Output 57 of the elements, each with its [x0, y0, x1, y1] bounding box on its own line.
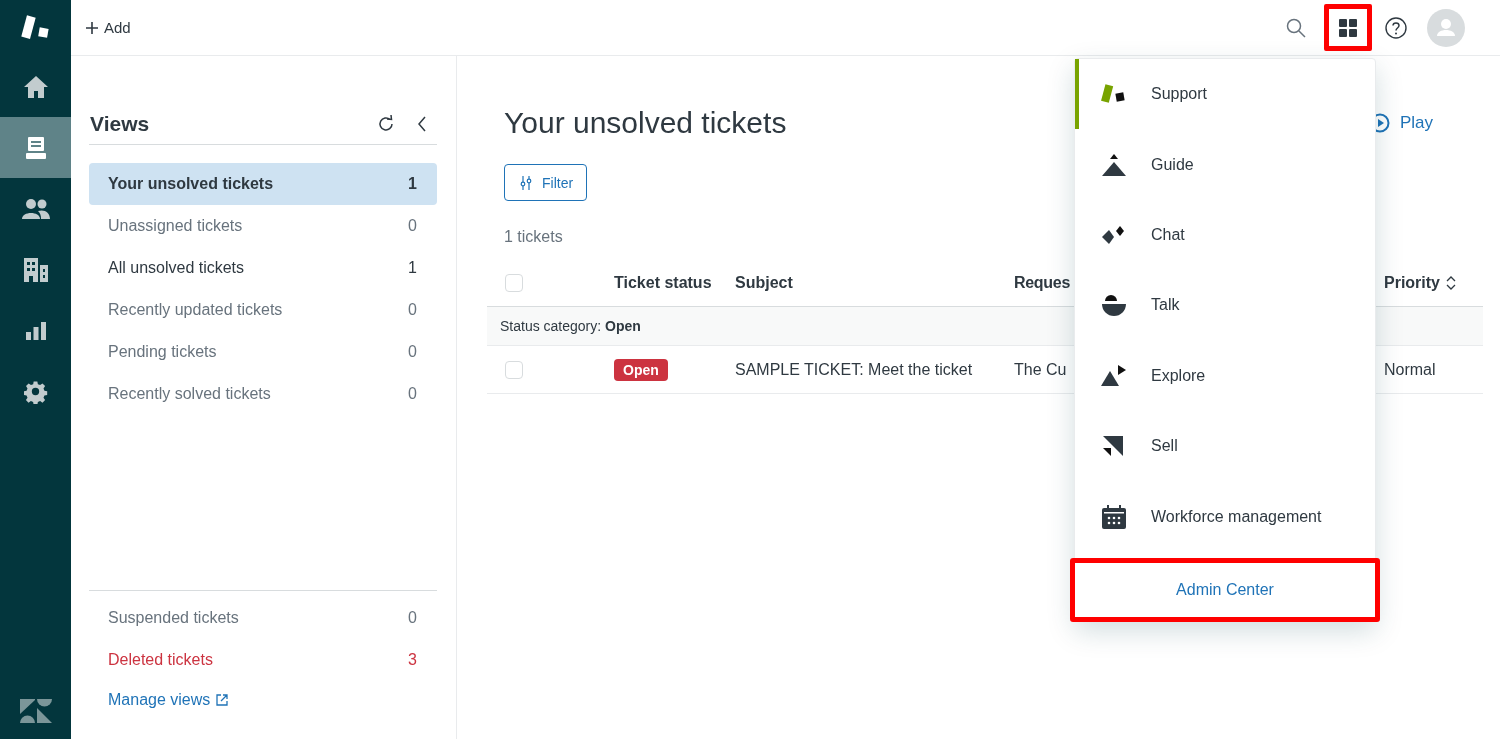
view-item[interactable]: Unassigned tickets 0	[89, 205, 437, 247]
manage-views-link[interactable]: Manage views	[89, 681, 248, 719]
calendar-icon	[1102, 504, 1126, 529]
external-link-icon	[216, 694, 229, 706]
talk-icon	[1101, 294, 1127, 317]
avatar-icon	[1427, 8, 1465, 47]
search-icon	[1286, 17, 1306, 38]
nav-tickets-button[interactable]	[0, 117, 71, 178]
column-header[interactable]: Ticket status	[614, 274, 712, 292]
home-icon	[22, 74, 49, 99]
explore-icon	[1101, 364, 1127, 387]
admin-center-button[interactable]: Admin Center	[1070, 557, 1380, 622]
guide-icon	[1102, 153, 1126, 176]
settings-icon	[23, 379, 48, 404]
view-item[interactable]: Suspended tickets 0	[89, 597, 437, 639]
column-header[interactable]: Subject	[735, 274, 793, 292]
product-menu-item[interactable]: Support	[1075, 59, 1375, 130]
collapse-icon[interactable]	[417, 116, 427, 132]
column-header[interactable]: Priority	[1384, 274, 1440, 292]
zendesk-logo-icon	[19, 699, 52, 723]
status-badge: Open	[614, 358, 668, 381]
logo-icon	[20, 15, 51, 41]
column-header[interactable]: Reques	[1014, 274, 1070, 292]
building-icon	[22, 256, 49, 283]
product-menu-item[interactable]: Workforce management	[1075, 481, 1375, 552]
ticket-count: 1 tickets	[504, 228, 563, 246]
users-icon	[21, 197, 50, 220]
view-item[interactable]: Your unsolved tickets 1	[89, 163, 437, 205]
sort-icon[interactable]	[1446, 275, 1456, 291]
bar-chart-icon	[24, 320, 47, 341]
view-item[interactable]: Deleted tickets 3	[89, 639, 437, 681]
add-button[interactable]: Add	[86, 19, 131, 36]
product-menu-item[interactable]: Chat	[1075, 199, 1375, 271]
table-cell: SAMPLE TICKET: Meet the ticket	[735, 360, 973, 378]
views-title: Views	[90, 112, 150, 136]
plus-icon	[86, 21, 98, 34]
view-item[interactable]: Pending tickets 0	[89, 331, 437, 373]
support-icon	[1101, 84, 1127, 105]
grid-icon	[1339, 18, 1357, 37]
view-item[interactable]: Recently updated tickets 0	[89, 289, 437, 331]
sliders-icon	[520, 175, 532, 190]
view-item[interactable]: Recently solved tickets 0	[89, 373, 437, 415]
product-menu-item[interactable]: Guide	[1075, 129, 1375, 200]
row-checkbox[interactable]	[505, 360, 523, 379]
sell-icon	[1103, 436, 1125, 457]
help-icon	[1385, 16, 1407, 39]
diamonds-icon	[1101, 224, 1127, 245]
view-item[interactable]: All unsolved tickets 1	[89, 247, 437, 289]
refresh-icon[interactable]	[377, 115, 395, 133]
filter-button[interactable]: Filter	[504, 164, 588, 201]
table-cell: Normal	[1384, 360, 1436, 378]
table-cell: The Cu	[1014, 360, 1067, 378]
select-all-checkbox[interactable]	[505, 274, 523, 292]
product-menu-item[interactable]: Sell	[1075, 410, 1375, 482]
inbox-icon	[24, 135, 47, 160]
page-title: Your unsolved tickets	[504, 106, 787, 140]
apps-button[interactable]	[1324, 4, 1372, 51]
